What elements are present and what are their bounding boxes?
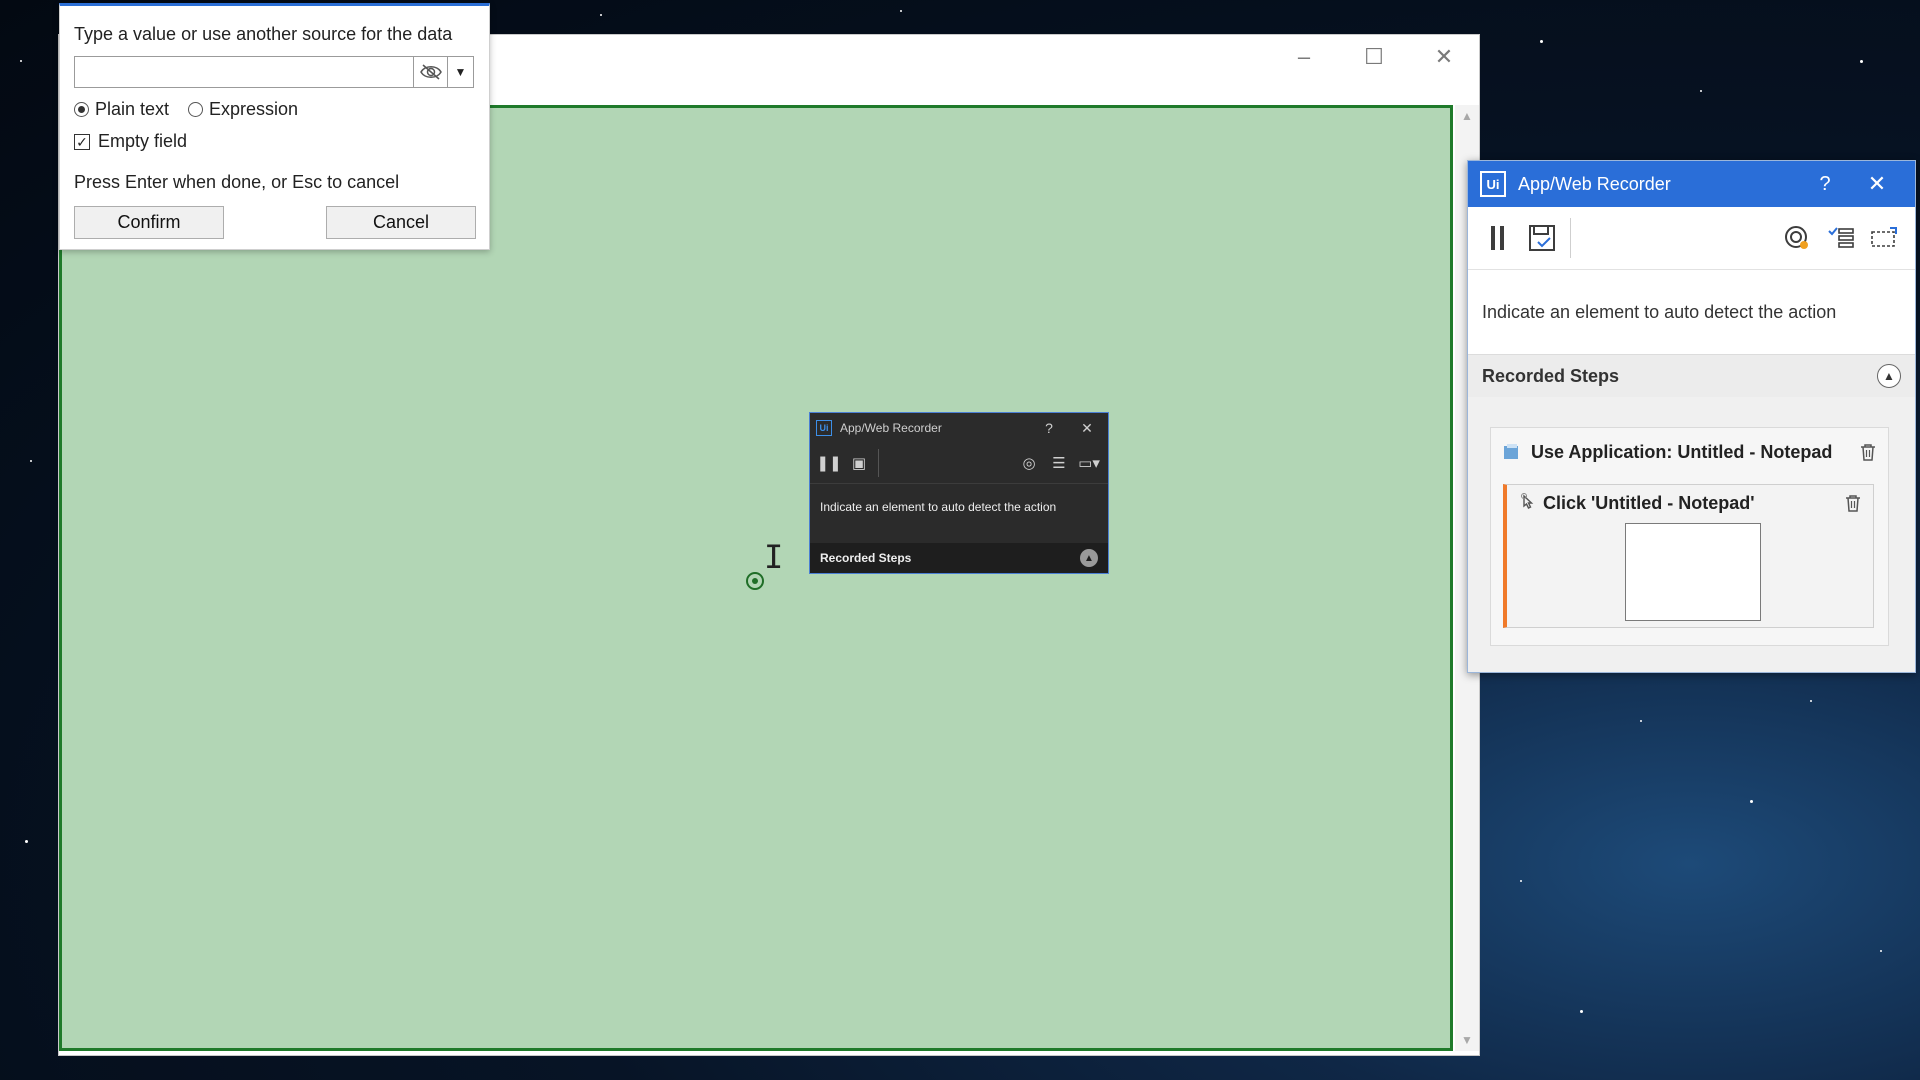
mini-instruction: Indicate an element to auto detect the a… xyxy=(820,500,1057,514)
trash-icon xyxy=(1846,495,1860,512)
recorder-titlebar: Ui App/Web Recorder ? ✕ xyxy=(1468,161,1915,207)
recorder-title: App/Web Recorder xyxy=(1518,173,1671,194)
checklist-icon xyxy=(1828,227,1854,248)
scroll-up-icon[interactable]: ▲ xyxy=(1461,109,1473,123)
screen-button[interactable]: ▭▾ xyxy=(1074,448,1104,478)
screen-capture-button[interactable] xyxy=(1863,216,1907,260)
collapse-icon[interactable]: ▲ xyxy=(1877,364,1901,388)
target-button[interactable] xyxy=(1775,216,1819,260)
target-icon xyxy=(1785,226,1808,249)
cancel-button[interactable]: Cancel xyxy=(326,206,476,239)
value-input-popup: Type a value or use another source for t… xyxy=(59,3,490,250)
mini-recorder-title: App/Web Recorder xyxy=(840,421,942,435)
save-icon: ▣ xyxy=(851,455,867,472)
close-button[interactable]: ✕ xyxy=(1409,35,1479,79)
window-controls: – ☐ ✕ xyxy=(1269,35,1479,79)
mini-recorder-window: Ui App/Web Recorder ? ✕ ❚❚ ▣ ◎ ☰ ▭▾ Indi… xyxy=(809,412,1109,574)
scroll-down-icon[interactable]: ▼ xyxy=(1461,1033,1473,1047)
recorded-steps-title: Recorded Steps xyxy=(1482,365,1620,386)
notepad-icon xyxy=(1504,444,1518,459)
target-icon: ◎ xyxy=(1022,455,1036,472)
radio-label: Expression xyxy=(209,99,299,119)
help-button[interactable]: ? xyxy=(1026,420,1072,436)
popup-title: Type a value or use another source for t… xyxy=(74,24,453,44)
source-dropdown[interactable]: ▼ xyxy=(448,56,474,88)
step-click[interactable]: Click 'Untitled - Notepad' xyxy=(1503,484,1874,628)
radio-plain-text[interactable]: Plain text xyxy=(74,99,169,120)
recorder-instruction: Indicate an element to auto detect the a… xyxy=(1468,270,1915,355)
mini-recorder-toolbar: ❚❚ ▣ ◎ ☰ ▭▾ xyxy=(810,443,1108,484)
mini-steps-title: Recorded Steps xyxy=(820,551,912,565)
step-header: Click 'Untitled - Notepad' xyxy=(1507,485,1873,521)
mini-steps-header: Recorded Steps ▲ xyxy=(810,543,1108,573)
hide-value-button[interactable] xyxy=(414,56,448,88)
app-web-recorder-window: Ui App/Web Recorder ? ✕ Indicate an elem… xyxy=(1467,160,1916,673)
eye-slash-icon xyxy=(419,64,442,80)
step-use-application[interactable]: Use Application: Untitled - Notepad Clic… xyxy=(1490,427,1889,646)
uipath-logo: Ui xyxy=(816,420,832,436)
checkbox-label: Empty field xyxy=(98,131,188,151)
screen-icon: ▭▾ xyxy=(1078,455,1100,472)
list-button[interactable]: ☰ xyxy=(1044,448,1074,478)
close-button[interactable]: ✕ xyxy=(1851,171,1903,197)
text-cursor-icon: I xyxy=(764,538,784,576)
radio-expression[interactable]: Expression xyxy=(188,99,298,120)
screen-capture-icon xyxy=(1871,227,1897,247)
target-button[interactable]: ◎ xyxy=(1014,448,1044,478)
target-marker-icon xyxy=(746,572,764,590)
close-button[interactable]: ✕ xyxy=(1072,420,1102,437)
list-icon: ☰ xyxy=(1052,455,1066,472)
chevron-down-icon: ▼ xyxy=(454,65,467,79)
delete-step-button[interactable] xyxy=(1843,493,1863,513)
save-button[interactable]: ▣ xyxy=(844,448,874,478)
recorder-toolbar xyxy=(1468,207,1915,270)
minimize-button[interactable]: – xyxy=(1269,35,1339,79)
click-icon xyxy=(1521,493,1534,509)
empty-field-checkbox[interactable]: ✓ Empty field xyxy=(74,131,187,152)
confirm-button[interactable]: Confirm xyxy=(74,206,224,239)
value-input[interactable] xyxy=(74,56,414,88)
pause-icon xyxy=(1491,226,1504,250)
step-header: Use Application: Untitled - Notepad xyxy=(1491,428,1888,476)
step-label: Use Application: Untitled - Notepad xyxy=(1531,441,1833,462)
delete-step-button[interactable] xyxy=(1858,442,1878,462)
radio-label: Plain text xyxy=(95,99,170,119)
step-screenshot-thumbnail xyxy=(1625,523,1761,621)
help-button[interactable]: ? xyxy=(1799,173,1851,196)
collapse-icon[interactable]: ▲ xyxy=(1080,549,1098,567)
uipath-logo: Ui xyxy=(1480,171,1506,197)
checkbox-indicator[interactable]: ✓ xyxy=(74,133,90,150)
radio-indicator[interactable] xyxy=(188,102,203,117)
pause-icon: ❚❚ xyxy=(816,455,842,472)
save-and-exit-button[interactable] xyxy=(1520,216,1564,260)
save-icon xyxy=(1529,225,1555,251)
trash-icon xyxy=(1861,444,1875,461)
activities-list-button[interactable] xyxy=(1819,216,1863,260)
step-label: Click 'Untitled - Notepad' xyxy=(1543,492,1755,513)
radio-indicator[interactable] xyxy=(74,102,89,117)
pause-button[interactable] xyxy=(1476,216,1520,260)
maximize-button[interactable]: ☐ xyxy=(1339,35,1409,79)
recorded-steps-header: Recorded Steps ▲ xyxy=(1468,355,1915,397)
pause-button[interactable]: ❚❚ xyxy=(814,448,844,478)
mini-recorder-titlebar: Ui App/Web Recorder ? ✕ xyxy=(810,413,1108,443)
hint-text: Press Enter when done, or Esc to cancel xyxy=(74,172,400,192)
